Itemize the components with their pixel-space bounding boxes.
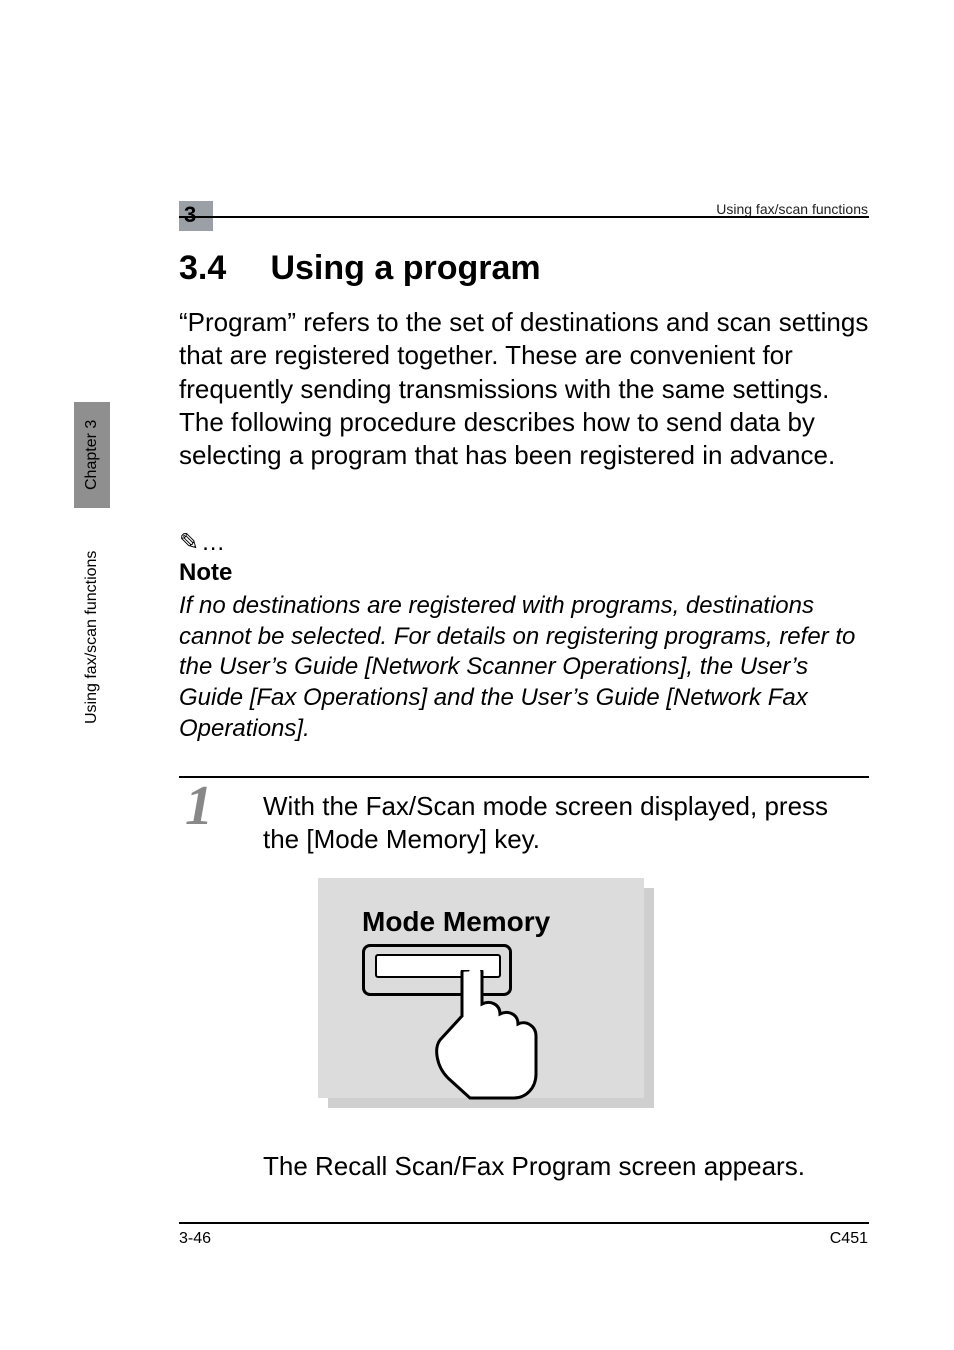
section-heading: 3.4 Using a program [179, 250, 541, 287]
step-number: 1 [185, 778, 213, 834]
footer-rule [179, 1222, 869, 1224]
note-block: ✎… Note If no destinations are registere… [179, 528, 869, 745]
hand-press-icon [426, 970, 546, 1100]
step-text: With the Fax/Scan mode screen displayed,… [263, 790, 869, 857]
side-tab: Chapter 3 Using fax/scan functions [74, 402, 110, 754]
side-tab-section-label: Using fax/scan functions [74, 520, 110, 754]
note-label: Note [179, 559, 869, 587]
chapter-number: 3 [184, 202, 196, 228]
post-illustration-text: The Recall Scan/Fax Program screen appea… [263, 1150, 869, 1183]
step-row: 1 With the Fax/Scan mode screen displaye… [179, 790, 869, 857]
note-symbol-icon: ✎… [179, 528, 869, 557]
step-divider [179, 776, 869, 778]
section-title: Using a program [270, 249, 540, 287]
mode-memory-label: Mode Memory [362, 906, 550, 938]
header-rule [179, 216, 869, 218]
mode-memory-illustration: Mode Memory [318, 878, 654, 1108]
section-number: 3.4 [179, 250, 261, 287]
footer-model: C451 [830, 1230, 868, 1248]
intro-paragraph: “Program” refers to the set of destinati… [179, 306, 869, 472]
side-tab-chapter-label: Chapter 3 [74, 402, 110, 508]
footer-page-number: 3-46 [179, 1230, 211, 1248]
running-header: Using fax/scan functions [716, 201, 868, 217]
illustration-card: Mode Memory [318, 878, 644, 1098]
note-text: If no destinations are registered with p… [179, 591, 869, 745]
